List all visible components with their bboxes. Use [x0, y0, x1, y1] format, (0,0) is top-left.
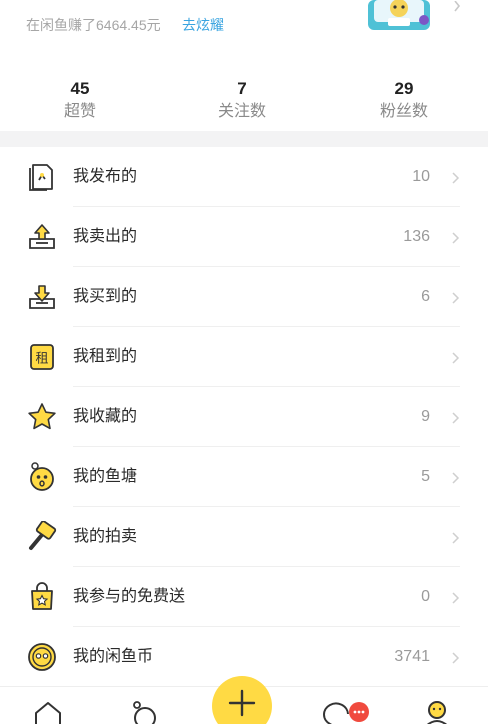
stat-value: 45	[70, 79, 90, 98]
stat-likes[interactable]: 45 超赞	[20, 78, 140, 124]
menu-item-count: 5	[421, 468, 430, 485]
chevron-right-icon	[452, 231, 460, 244]
mascot-icon[interactable]	[366, 0, 432, 32]
menu-item-published[interactable]: 我发布的 10	[0, 147, 488, 207]
fishpond-icon	[26, 461, 58, 493]
menu-item-sold[interactable]: 我卖出的 136	[0, 207, 488, 267]
menu-item-count: 3741	[394, 648, 430, 665]
star-icon	[26, 401, 58, 433]
stat-value: 7	[237, 79, 247, 98]
section-divider	[0, 131, 488, 147]
xianyu-coin-icon	[26, 641, 58, 673]
menu-item-label: 我买到的	[73, 288, 138, 305]
brag-link[interactable]: 去炫耀	[182, 15, 224, 35]
menu-item-label: 我的鱼塘	[73, 468, 138, 485]
chevron-right-icon	[452, 591, 460, 604]
chevron-right-icon	[452, 471, 460, 484]
message-badge	[349, 702, 369, 722]
stat-value: 29	[394, 79, 414, 98]
menu-item-bought[interactable]: 我买到的 6	[0, 267, 488, 327]
menu-item-rented[interactable]: 租 我租到的	[0, 327, 488, 387]
published-icon	[26, 161, 58, 193]
menu-item-label: 我的拍卖	[73, 528, 138, 545]
chevron-right-icon	[452, 651, 460, 664]
bought-icon	[26, 281, 58, 313]
rented-icon-glyph: 租	[35, 352, 48, 367]
stat-label: 超赞	[63, 103, 96, 120]
chevron-right-icon	[452, 411, 460, 424]
menu-item-count: 6	[421, 288, 430, 305]
chevron-right-icon	[450, 0, 464, 12]
menu-item-fishpond[interactable]: 我的鱼塘 5	[0, 447, 488, 507]
home-icon[interactable]	[33, 700, 63, 724]
menu-item-free-gift[interactable]: 我参与的免费送 0	[0, 567, 488, 627]
menu-list: 我发布的 10 我卖出的 136 我买到的 6 租 我租到的 我收藏的 9 我的…	[0, 147, 488, 687]
earnings-text: 在闲鱼赚了6464.45元	[26, 17, 161, 33]
chevron-right-icon	[452, 351, 460, 364]
menu-item-count: 9	[421, 408, 430, 425]
menu-item-favorites[interactable]: 我收藏的 9	[0, 387, 488, 447]
menu-item-count: 10	[412, 168, 430, 185]
menu-item-label: 我发布的	[73, 168, 138, 185]
menu-item-label: 我收藏的	[73, 408, 138, 425]
menu-item-label: 我卖出的	[73, 228, 138, 245]
chevron-right-icon	[452, 171, 460, 184]
chevron-right-icon	[452, 291, 460, 304]
menu-item-label: 我租到的	[73, 348, 138, 365]
free-gift-bag-icon	[26, 581, 58, 613]
earnings-strip: 在闲鱼赚了6464.45元 去炫耀	[0, 0, 488, 48]
menu-item-label: 我的闲鱼币	[73, 648, 154, 665]
stats-bar: 45 超赞 7 关注数 29 粉丝数	[0, 78, 488, 132]
menu-item-auction[interactable]: 我的拍卖	[0, 507, 488, 567]
profile-icon[interactable]	[422, 700, 452, 724]
plus-icon	[228, 689, 256, 717]
menu-item-count: 0	[421, 588, 430, 605]
menu-item-count: 136	[403, 228, 430, 245]
stat-followers[interactable]: 29 粉丝数	[344, 78, 464, 124]
stat-label: 粉丝数	[379, 103, 428, 120]
message-icon[interactable]	[322, 700, 352, 724]
sold-icon	[26, 221, 58, 253]
rented-icon: 租	[26, 341, 58, 373]
fishpond-tab-icon[interactable]	[130, 700, 160, 724]
auction-hammer-icon	[26, 520, 58, 553]
chevron-right-icon	[452, 531, 460, 544]
menu-item-label: 我参与的免费送	[73, 588, 186, 605]
stat-following[interactable]: 7 关注数	[182, 78, 302, 124]
stat-label: 关注数	[217, 103, 266, 120]
